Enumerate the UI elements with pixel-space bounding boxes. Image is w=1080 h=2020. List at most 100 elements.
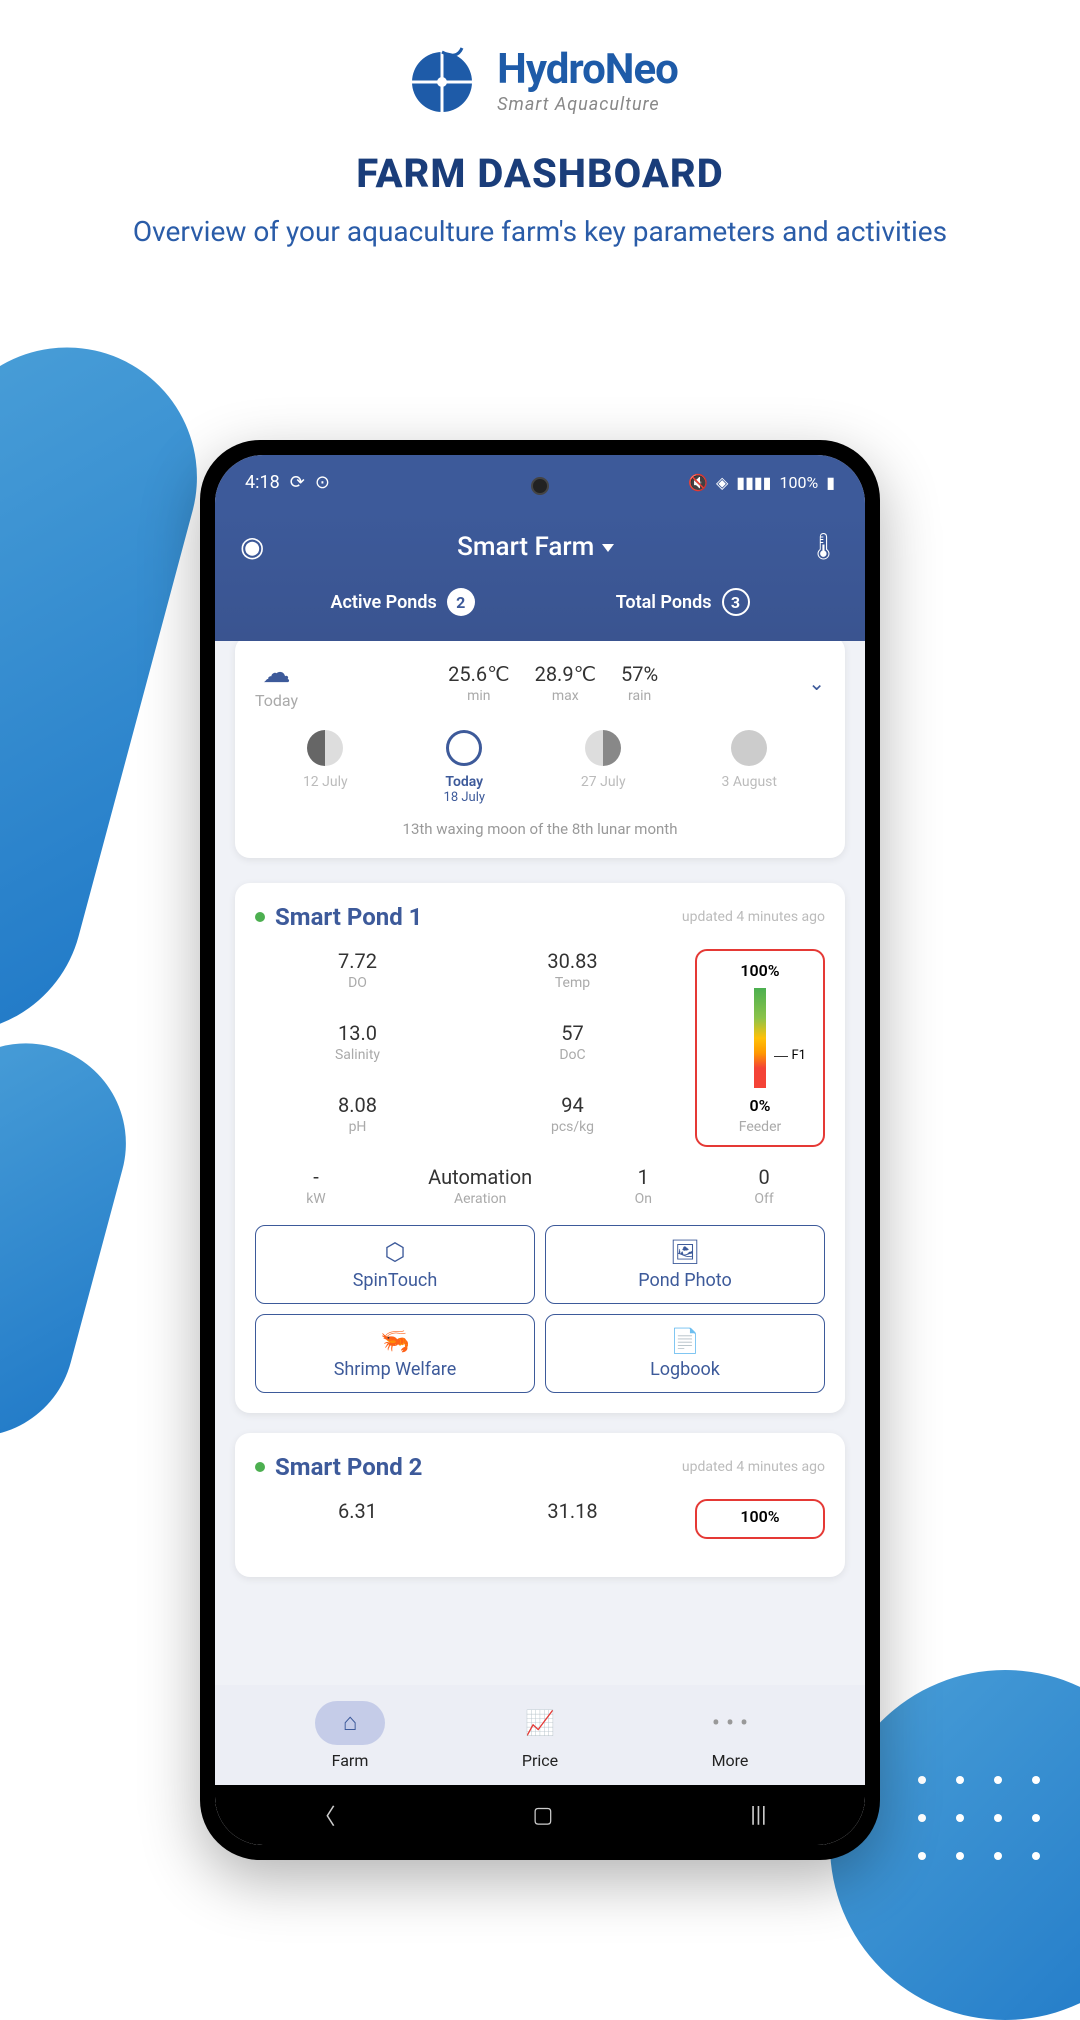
- nav-more-label: More: [695, 1751, 765, 1770]
- moon-item[interactable]: 12 July: [303, 730, 348, 805]
- shrimp-welfare-button[interactable]: 🦐Shrimp Welfare: [255, 1314, 535, 1393]
- feeder-marker: F1: [792, 1048, 807, 1063]
- moon-phase-icon: [446, 730, 482, 766]
- weather-max-val: 28.9℃: [535, 662, 596, 686]
- auto-on-val: 1: [635, 1165, 652, 1189]
- app-header: ◉ Smart Farm 🌡 Active Ponds 2 Total Pond…: [215, 510, 865, 641]
- metric-salinity-val: 13.0: [255, 1021, 460, 1045]
- feeder-min: 0%: [750, 1096, 771, 1115]
- thermometer-icon[interactable]: 🌡: [807, 532, 840, 562]
- pond-photo-button[interactable]: 🖼 Pond Photo: [545, 1225, 825, 1304]
- metric-doc-lab: DoC: [470, 1047, 675, 1063]
- moon-date: 27 July: [581, 774, 626, 790]
- auto-off-lab: Off: [754, 1191, 773, 1207]
- feeder-label: Feeder: [739, 1119, 782, 1135]
- active-ponds-label: Active Ponds: [330, 592, 436, 613]
- farm-name: Smart Farm: [457, 532, 594, 562]
- nav-price[interactable]: 📈 Price: [505, 1701, 575, 1770]
- android-nav: 〈 ▢ |||: [215, 1785, 865, 1845]
- metric-ph-lab: pH: [255, 1119, 460, 1135]
- metric-do-lab: DO: [255, 975, 460, 991]
- metric-do-val: 7.72: [255, 949, 460, 973]
- weather-max-lab: max: [535, 688, 596, 704]
- metric-ph-val: 8.08: [255, 1093, 460, 1117]
- pond-status-dot: [255, 1462, 265, 1472]
- spintouch-button[interactable]: ⬡ SpinTouch: [255, 1225, 535, 1304]
- moon-item[interactable]: 3 August: [721, 730, 777, 805]
- wifi-icon: ◈: [716, 473, 728, 492]
- chart-icon: 📈: [525, 1709, 555, 1737]
- metric-pcs-lab: pcs/kg: [470, 1119, 675, 1135]
- bottom-nav: ⌂ Farm 📈 Price • • • More: [215, 1685, 865, 1785]
- moon-item[interactable]: 27 July: [581, 730, 626, 805]
- battery-icon: ▮: [826, 473, 835, 492]
- moon-item-active[interactable]: Today18 July: [444, 730, 486, 805]
- metric-val: 31.18: [470, 1499, 675, 1523]
- pond-status-dot: [255, 912, 265, 922]
- spintouch-label: SpinTouch: [353, 1270, 438, 1291]
- weather-rain-lab: rain: [621, 688, 658, 704]
- moon-date: 12 July: [303, 774, 348, 790]
- feeder-max: 100%: [740, 1507, 779, 1526]
- pond-name[interactable]: Smart Pond 2: [275, 1453, 422, 1481]
- brand-name: HydroNeo: [497, 45, 678, 94]
- total-ponds-stat: Total Ponds 3: [616, 588, 750, 616]
- moon-date: Today: [444, 774, 486, 790]
- weather-min-val: 25.6℃: [448, 662, 509, 686]
- android-back[interactable]: 〈: [314, 1799, 336, 1831]
- nav-more[interactable]: • • • More: [695, 1701, 765, 1770]
- active-ponds-stat: Active Ponds 2: [330, 588, 474, 616]
- total-ponds-label: Total Ponds: [616, 592, 712, 613]
- metric-val: 6.31: [255, 1499, 460, 1523]
- weather-icon: ☁: [255, 656, 298, 689]
- brand-tagline: Smart Aquaculture: [497, 94, 678, 115]
- pond-updated: updated 4 minutes ago: [682, 1459, 825, 1475]
- feeder-gauge-bar: F1: [754, 988, 766, 1088]
- moon-phase-icon: [307, 730, 343, 766]
- home-icon: ⌂: [343, 1708, 358, 1737]
- nav-farm-label: Farm: [315, 1751, 385, 1770]
- phone-camera: [531, 477, 549, 495]
- logo-icon: [402, 40, 482, 120]
- metric-temp-lab: Temp: [470, 975, 675, 991]
- weather-expand-button[interactable]: ⌄: [808, 671, 825, 695]
- sync-icon: ⟳: [290, 472, 305, 493]
- page-subtitle: Overview of your aquaculture farm's key …: [20, 212, 1060, 251]
- camera-icon[interactable]: ◉: [240, 530, 264, 563]
- nav-farm[interactable]: ⌂ Farm: [315, 1701, 385, 1770]
- logbook-icon: 📄: [558, 1327, 812, 1355]
- android-home[interactable]: ▢: [533, 1803, 554, 1828]
- mute-icon: 🔇: [688, 473, 708, 492]
- shrimp-icon: 🦐: [268, 1327, 522, 1355]
- active-ponds-count: 2: [447, 588, 475, 616]
- moon-phase-icon: [585, 730, 621, 766]
- nav-price-label: Price: [505, 1751, 575, 1770]
- total-ponds-count: 3: [722, 588, 750, 616]
- weather-rain-val: 57%: [621, 662, 658, 686]
- weather-card: ☁ Today 25.6℃ min 28.9℃ max 57% rain ⌄ 12 J…: [235, 641, 845, 858]
- photo-label: Pond Photo: [638, 1270, 732, 1291]
- weather-min-lab: min: [448, 688, 509, 704]
- metric-pcs-val: 94: [470, 1093, 675, 1117]
- page-title: FARM DASHBOARD: [20, 150, 1060, 197]
- marketing-header: HydroNeo Smart Aquaculture FARM DASHBOAR…: [0, 0, 1080, 271]
- logbook-button[interactable]: 📄Logbook: [545, 1314, 825, 1393]
- feeder-gauge[interactable]: 100% F1 0% Feeder: [695, 949, 825, 1147]
- phone-frame: 4:18 ⟳ ⊙ 🔇 ◈ ▮▮▮▮ 100% ▮ ◉ Smart Farm 🌡: [200, 440, 880, 1860]
- android-recent[interactable]: |||: [750, 1803, 766, 1828]
- more-icon: • • •: [712, 1709, 748, 1737]
- metric-temp-val: 30.83: [470, 949, 675, 973]
- farm-selector[interactable]: Smart Farm: [457, 532, 614, 562]
- brand-logo: HydroNeo Smart Aquaculture: [20, 40, 1060, 120]
- moon-phase-icon: [731, 730, 767, 766]
- auto-kw-lab: kW: [306, 1191, 326, 1207]
- battery-text: 100%: [779, 473, 818, 492]
- photo-icon: 🖼: [558, 1238, 812, 1266]
- spintouch-icon: ⬡: [268, 1238, 522, 1266]
- pond-updated: updated 4 minutes ago: [682, 909, 825, 925]
- pond-name[interactable]: Smart Pond 1: [275, 903, 422, 931]
- feeder-gauge[interactable]: 100%: [695, 1499, 825, 1539]
- moon-date-sub: 18 July: [444, 790, 486, 805]
- feeder-max: 100%: [740, 961, 779, 980]
- auto-off-val: 0: [754, 1165, 773, 1189]
